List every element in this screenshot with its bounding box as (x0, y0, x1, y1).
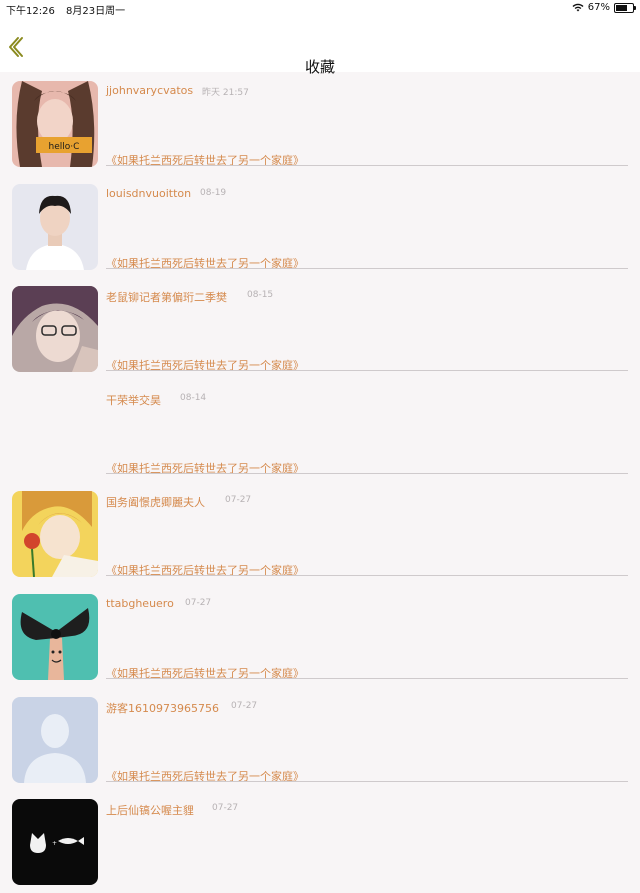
avatar-girl-image: hello·C (12, 81, 98, 167)
username[interactable]: jjohnvarycvatos (106, 84, 193, 97)
timestamp: 07-27 (225, 495, 252, 506)
divider (106, 780, 628, 782)
avatar[interactable]: + (12, 799, 98, 886)
timestamp: 昨天 21:57 (202, 88, 249, 98)
status-right: 67% (572, 2, 636, 13)
timestamp: 08-15 (247, 290, 274, 301)
status-left: 下午12:26 8月23日周一 (6, 2, 125, 17)
status-bar: 下午12:26 8月23日周一 67% (0, 0, 640, 17)
username[interactable]: louisdnvuoitton (106, 187, 191, 200)
list-item[interactable]: hello·C jjohnvarycvatos 昨天 21:57 《如果托兰西死… (0, 72, 640, 175)
wifi-icon (572, 3, 584, 12)
chevron-left-icon (9, 37, 23, 57)
divider (106, 165, 628, 166)
username[interactable]: 国务阖憬虎卿麗夫人 (106, 494, 205, 510)
default-user-icon (12, 696, 98, 783)
avatar[interactable] (12, 491, 98, 578)
avatar[interactable] (12, 594, 98, 680)
list-item[interactable]: + 上后仙镐公喔主貍 07-27 (0, 790, 640, 893)
battery-icon (614, 2, 636, 13)
username[interactable]: 老鼠铆记者第偏珩二季樊 (106, 289, 227, 305)
avatar[interactable]: hello·C (12, 81, 98, 167)
list-item[interactable]: 老鼠铆记者第偏珩二季樊 08-15 《如果托兰西死后转世去了另一个家庭》 (0, 277, 640, 380)
list-item[interactable]: 干荣举交昊 08-14 《如果托兰西死后转世去了另一个家庭》 (0, 380, 640, 483)
avatar[interactable] (12, 286, 98, 373)
battery-tip (634, 5, 636, 10)
username[interactable]: 干荣举交昊 (106, 392, 161, 408)
svg-text:hello·C: hello·C (49, 142, 80, 152)
avatar-anime-glasses-image (12, 286, 98, 373)
avatar[interactable] (12, 183, 98, 270)
list-item[interactable]: 国务阖憬虎卿麗夫人 07-27 《如果托兰西死后转世去了另一个家庭》 (0, 482, 640, 585)
battery-fill (616, 4, 627, 11)
list-item[interactable]: louisdnvuoitton 08-19 《如果托兰西死后转世去了另一个家庭》 (0, 175, 640, 278)
username[interactable]: 上后仙镐公喔主貍 (106, 802, 194, 818)
divider (106, 575, 628, 577)
avatar-black-cat-image: + (12, 799, 98, 886)
avatar-boy-image (12, 183, 98, 270)
avatar-finger-bow-image (12, 594, 98, 680)
svg-text:+: + (52, 840, 57, 847)
battery-percent: 67% (587, 2, 610, 13)
avatar-anime-flower-image (12, 491, 98, 578)
back-button[interactable] (6, 36, 26, 58)
divider (106, 678, 628, 679)
timestamp: 07-27 (212, 803, 239, 814)
timestamp: 07-27 (185, 598, 212, 608)
username[interactable]: ttabgheuero (106, 597, 174, 610)
timestamp: 08-19 (200, 187, 227, 198)
avatar[interactable] (12, 696, 98, 783)
divider (106, 267, 628, 269)
username[interactable]: 游客1610973965756 (106, 700, 219, 716)
nav-bar: 收藏 (0, 16, 640, 76)
timestamp: 08-14 (180, 392, 207, 403)
divider (106, 370, 628, 372)
list-item[interactable]: ttabgheuero 07-27 《如果托兰西死后转世去了另一个家庭》 (0, 585, 640, 688)
divider (106, 472, 628, 474)
list-item[interactable]: 游客1610973965756 07-27 《如果托兰西死后转世去了另一个家庭》 (0, 688, 640, 791)
timestamp: 07-27 (231, 700, 258, 711)
